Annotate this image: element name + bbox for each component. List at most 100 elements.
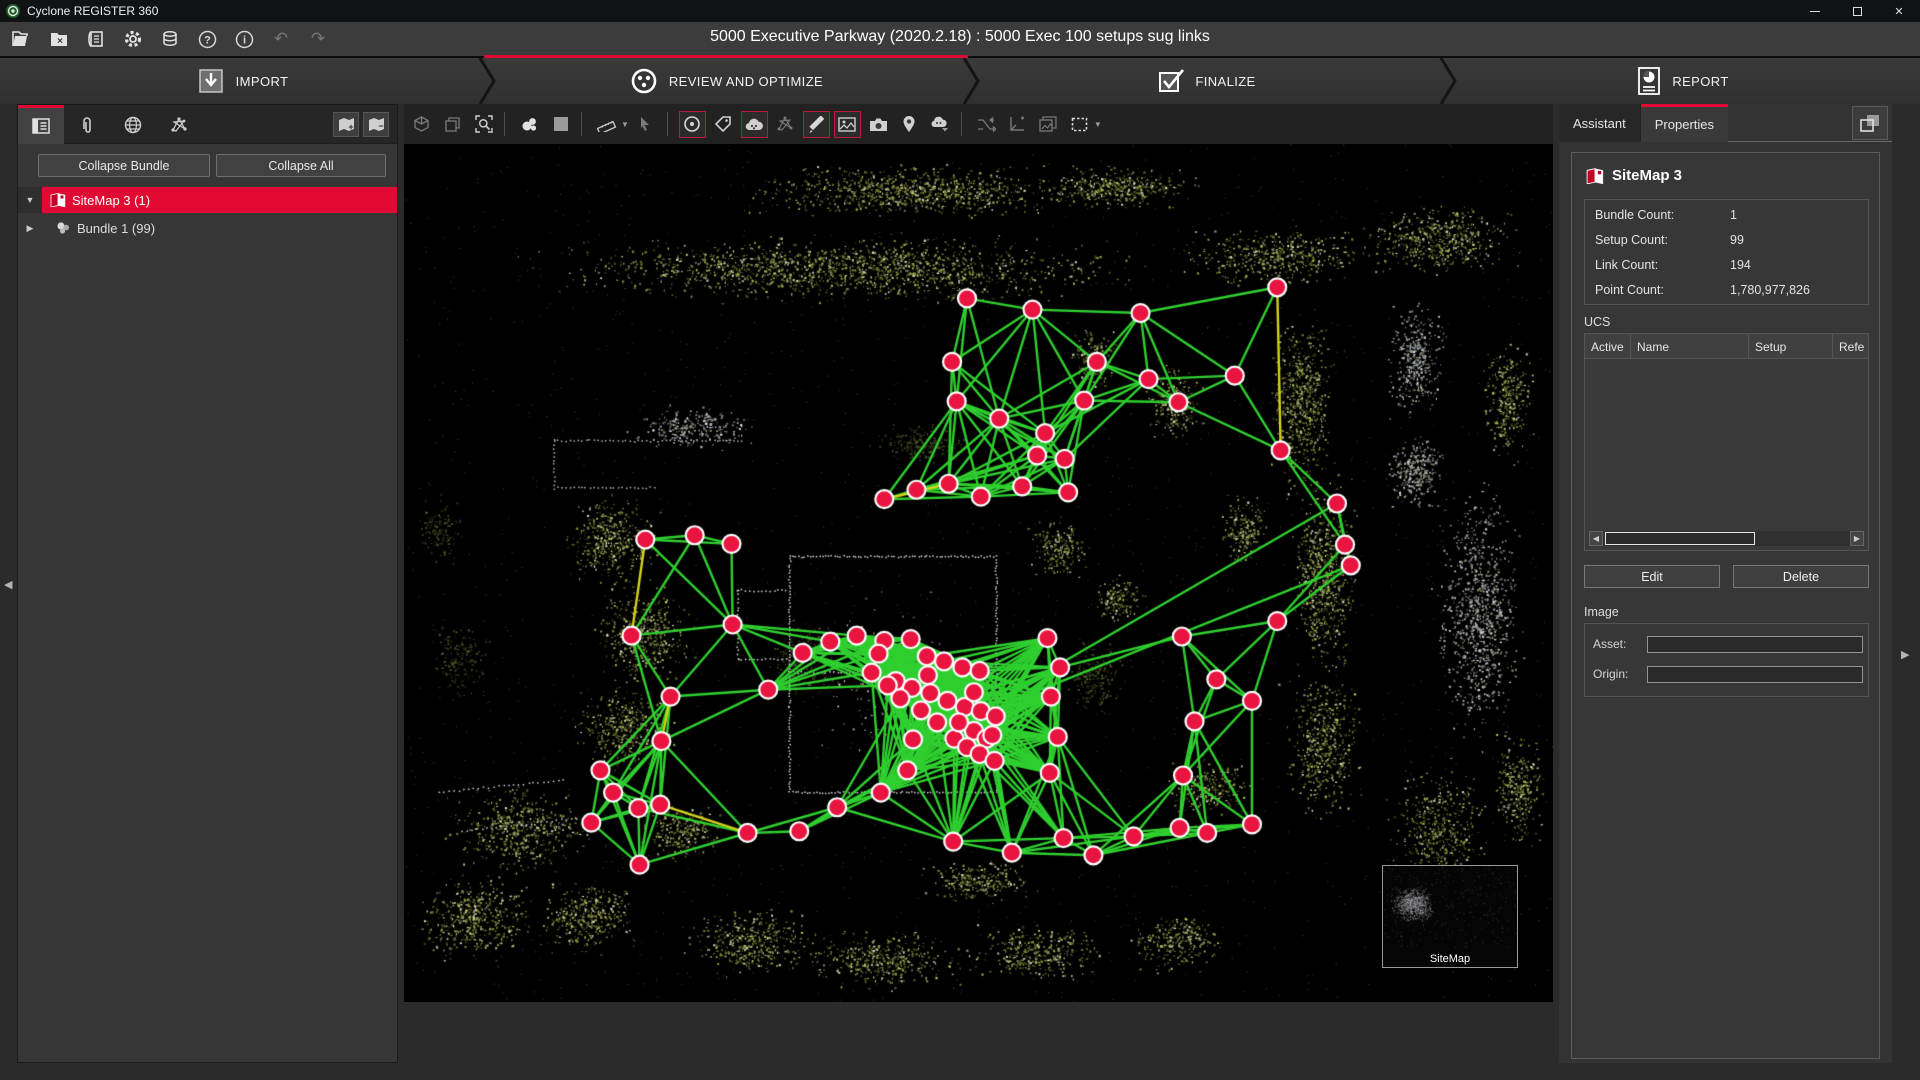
close-button[interactable]: ✕ xyxy=(1878,0,1920,22)
property-value: 194 xyxy=(1730,258,1751,272)
expander-icon[interactable]: ▼ xyxy=(18,187,42,213)
setup-marker-icon[interactable] xyxy=(679,111,706,138)
collapse-bundle-button[interactable]: Collapse Bundle xyxy=(38,154,210,177)
tab-finalize[interactable]: FINALIZE xyxy=(968,58,1445,104)
project-explorer-icon xyxy=(32,118,50,134)
origin-input[interactable] xyxy=(1647,666,1863,683)
main-toolbar: × ? i ↶ ↷ 5000 Executive Parkway (2020.2… xyxy=(0,22,1920,58)
delete-button[interactable]: Delete xyxy=(1733,565,1869,588)
view-3d-icon[interactable] xyxy=(408,111,435,138)
copy-view-icon[interactable] xyxy=(439,111,466,138)
layered-windows-icon xyxy=(1860,114,1880,132)
select-pointer-icon[interactable] xyxy=(633,111,660,138)
collapse-all-button[interactable]: Collapse All xyxy=(216,154,386,177)
tab-report[interactable]: REPORT xyxy=(1445,58,1920,104)
close-project-icon[interactable]: × xyxy=(44,25,74,53)
property-value: 99 xyxy=(1730,233,1744,247)
ucs-horizontal-scrollbar[interactable]: ◀ ▶ xyxy=(1589,531,1864,546)
selection-title: SiteMap 3 xyxy=(1612,167,1682,184)
tab-import[interactable]: IMPORT xyxy=(0,58,484,104)
network-graph-icon xyxy=(170,116,188,134)
draw-link-icon[interactable] xyxy=(803,111,830,138)
add-sitemap-button[interactable]: + xyxy=(333,112,359,137)
zoom-region-icon[interactable] xyxy=(470,111,497,138)
fill-square-icon[interactable] xyxy=(547,111,574,138)
scroll-left-icon[interactable]: ◀ xyxy=(1589,531,1603,546)
edit-button[interactable]: Edit xyxy=(1584,565,1720,588)
network-links-icon[interactable] xyxy=(772,111,799,138)
pointcloud-canvas[interactable] xyxy=(404,144,1553,1002)
asset-input[interactable] xyxy=(1647,636,1863,653)
collapse-left-panel-arrow[interactable]: ◀ xyxy=(4,578,12,591)
tree-item-sitemap[interactable]: ▼ SiteMap 3 (1) xyxy=(18,187,397,213)
about-info-icon[interactable]: i xyxy=(229,25,259,53)
image-view-icon[interactable] xyxy=(834,111,861,138)
bundle-circles-icon xyxy=(56,221,71,235)
screenshot-camera-icon[interactable] xyxy=(865,111,892,138)
swap-links-icon[interactable] xyxy=(973,111,1000,138)
sitemap-viewport[interactable]: ▼ xyxy=(404,104,1553,1002)
sitemap-book-icon xyxy=(1586,168,1604,184)
tab-network-graph[interactable] xyxy=(156,105,202,144)
maximize-button[interactable] xyxy=(1836,0,1878,22)
thumbnail-canvas xyxy=(1383,866,1517,948)
tab-assistant[interactable]: Assistant xyxy=(1559,104,1641,142)
tree-item-label: Bundle 1 (99) xyxy=(77,221,155,236)
ucs-column-setup[interactable]: Setup xyxy=(1749,334,1833,359)
settings-gear-icon[interactable] xyxy=(118,25,148,53)
tab-project-explorer[interactable] xyxy=(18,105,64,144)
storage-database-icon[interactable] xyxy=(155,25,185,53)
marquee-select-icon[interactable] xyxy=(1066,111,1093,138)
chevron-divider xyxy=(1439,58,1459,104)
tab-report-label: REPORT xyxy=(1672,74,1728,89)
add-ucs-icon[interactable] xyxy=(1004,111,1031,138)
ucs-table: Active Name Setup Refe ◀ ▶ xyxy=(1584,333,1869,551)
property-label: Link Count: xyxy=(1595,258,1658,272)
tab-review-and-optimize[interactable]: REVIEW AND OPTIMIZE xyxy=(484,58,968,104)
title-bar: Cyclone REGISTER 360 ✕ xyxy=(0,0,1920,22)
ucs-column-name[interactable]: Name xyxy=(1631,334,1749,359)
open-project-icon[interactable] xyxy=(7,25,37,53)
redo-icon[interactable]: ↷ xyxy=(303,25,333,53)
add-sitemap-icon: + xyxy=(338,117,355,132)
scrollbar-track[interactable] xyxy=(1603,531,1850,546)
undo-icon[interactable]: ↶ xyxy=(266,25,296,53)
tree-item-bundle[interactable]: ▶ Bundle 1 (99) xyxy=(18,215,397,241)
copy-image-icon[interactable] xyxy=(1035,111,1062,138)
sitemap-book-icon xyxy=(50,193,66,207)
ucs-column-reference[interactable]: Refe xyxy=(1833,334,1868,359)
cloud-options-icon[interactable] xyxy=(927,111,954,138)
bundle-view-icon[interactable] xyxy=(516,111,543,138)
measure-ruler-icon[interactable] xyxy=(593,111,620,138)
tab-properties[interactable]: Properties xyxy=(1641,104,1728,142)
help-icon[interactable]: ? xyxy=(192,25,222,53)
property-label: Point Count: xyxy=(1595,283,1664,297)
tag-annotation-icon[interactable] xyxy=(710,111,737,138)
geotag-pin-icon[interactable] xyxy=(896,111,923,138)
collapse-right-panel-arrow[interactable]: ▶ xyxy=(1901,648,1909,661)
import-arrow-icon xyxy=(196,66,226,96)
bundle-circle-icon xyxy=(629,66,659,96)
remove-sitemap-button[interactable]: − xyxy=(363,112,389,137)
property-label: Setup Count: xyxy=(1595,233,1668,247)
web-globe-icon xyxy=(124,116,142,134)
scrollbar-thumb[interactable] xyxy=(1605,532,1755,545)
popout-panel-button[interactable] xyxy=(1852,106,1888,140)
tab-attachments[interactable] xyxy=(64,105,110,144)
ucs-column-active[interactable]: Active xyxy=(1585,334,1631,359)
ruler-dropdown-caret[interactable]: ▼ xyxy=(621,120,629,129)
project-log-icon[interactable] xyxy=(81,25,111,53)
project-tree-panel: + − Collapse Bundle Collapse All ▼ SiteM… xyxy=(17,104,398,1063)
sitemap-thumbnail[interactable]: SiteMap xyxy=(1382,865,1518,968)
tab-review-label: REVIEW AND OPTIMIZE xyxy=(669,74,823,89)
svg-text:×: × xyxy=(57,36,63,47)
marquee-dropdown-caret[interactable]: ▼ xyxy=(1094,120,1102,129)
expander-icon[interactable]: ▶ xyxy=(18,215,42,241)
cloud-view-icon[interactable] xyxy=(741,111,768,138)
cyclone-logo-icon xyxy=(5,3,21,19)
properties-content: SiteMap 3 Bundle Count:1 Setup Count:99 … xyxy=(1571,152,1880,1059)
tab-web-globe[interactable] xyxy=(110,105,156,144)
scroll-right-icon[interactable]: ▶ xyxy=(1850,531,1864,546)
remove-sitemap-icon: − xyxy=(368,117,385,132)
minimize-button[interactable] xyxy=(1794,0,1836,22)
